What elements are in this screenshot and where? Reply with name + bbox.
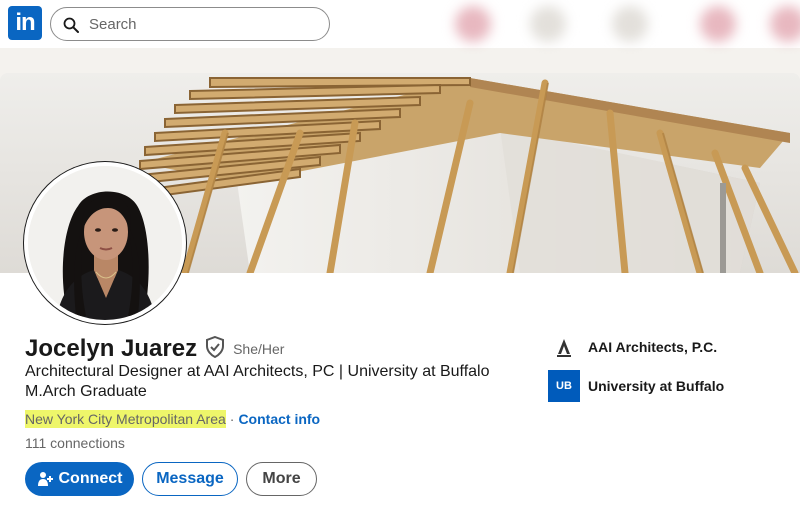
connections-count[interactable]: 111 connections (25, 435, 125, 451)
verified-shield-icon[interactable] (205, 335, 225, 363)
nav-item-blurred[interactable] (770, 6, 800, 42)
more-button[interactable]: More (246, 462, 317, 496)
nav-item-blurred[interactable] (700, 6, 736, 42)
more-button-label: More (262, 470, 301, 487)
name-row: Jocelyn Juarez She/Her (25, 334, 284, 364)
university-at-buffalo-logo-icon: UB (548, 370, 580, 402)
message-button[interactable]: Message (142, 462, 238, 496)
contact-info-link[interactable]: Contact info (238, 411, 320, 427)
location-row: New York City Metropolitan Area · Contac… (25, 408, 320, 430)
profile-headline: Architectural Designer at AAI Architects… (25, 363, 490, 400)
profile-card: Jocelyn Juarez She/Her Architectural Des… (0, 73, 800, 518)
school-name: University at Buffalo (588, 378, 725, 394)
search-icon (63, 17, 79, 33)
nav-item-blurred[interactable] (530, 6, 566, 42)
search-input[interactable] (89, 14, 309, 34)
nav-item-blurred[interactable] (612, 6, 648, 42)
separator-dot: · (229, 411, 235, 427)
pronouns: She/Her (233, 341, 285, 357)
search-bar[interactable] (50, 7, 330, 41)
company-name: AAI Architects, P.C. (588, 339, 718, 355)
aai-architects-logo-icon (548, 331, 580, 363)
connect-button-label: Connect (58, 470, 123, 487)
profile-name: Jocelyn Juarez (25, 335, 198, 362)
profile-avatar[interactable] (24, 162, 186, 324)
message-button-label: Message (156, 470, 224, 487)
current-company[interactable]: AAI Architects, P.C. (548, 331, 717, 363)
connect-button[interactable]: Connect (25, 462, 134, 496)
education-school[interactable]: UB University at Buffalo (548, 370, 724, 402)
linkedin-logo-icon[interactable]: in (8, 6, 42, 40)
profile-location: New York City Metropolitan Area (25, 410, 226, 428)
nav-item-blurred[interactable] (455, 6, 491, 42)
add-person-icon (37, 472, 53, 486)
top-nav-bar: in (0, 0, 800, 48)
